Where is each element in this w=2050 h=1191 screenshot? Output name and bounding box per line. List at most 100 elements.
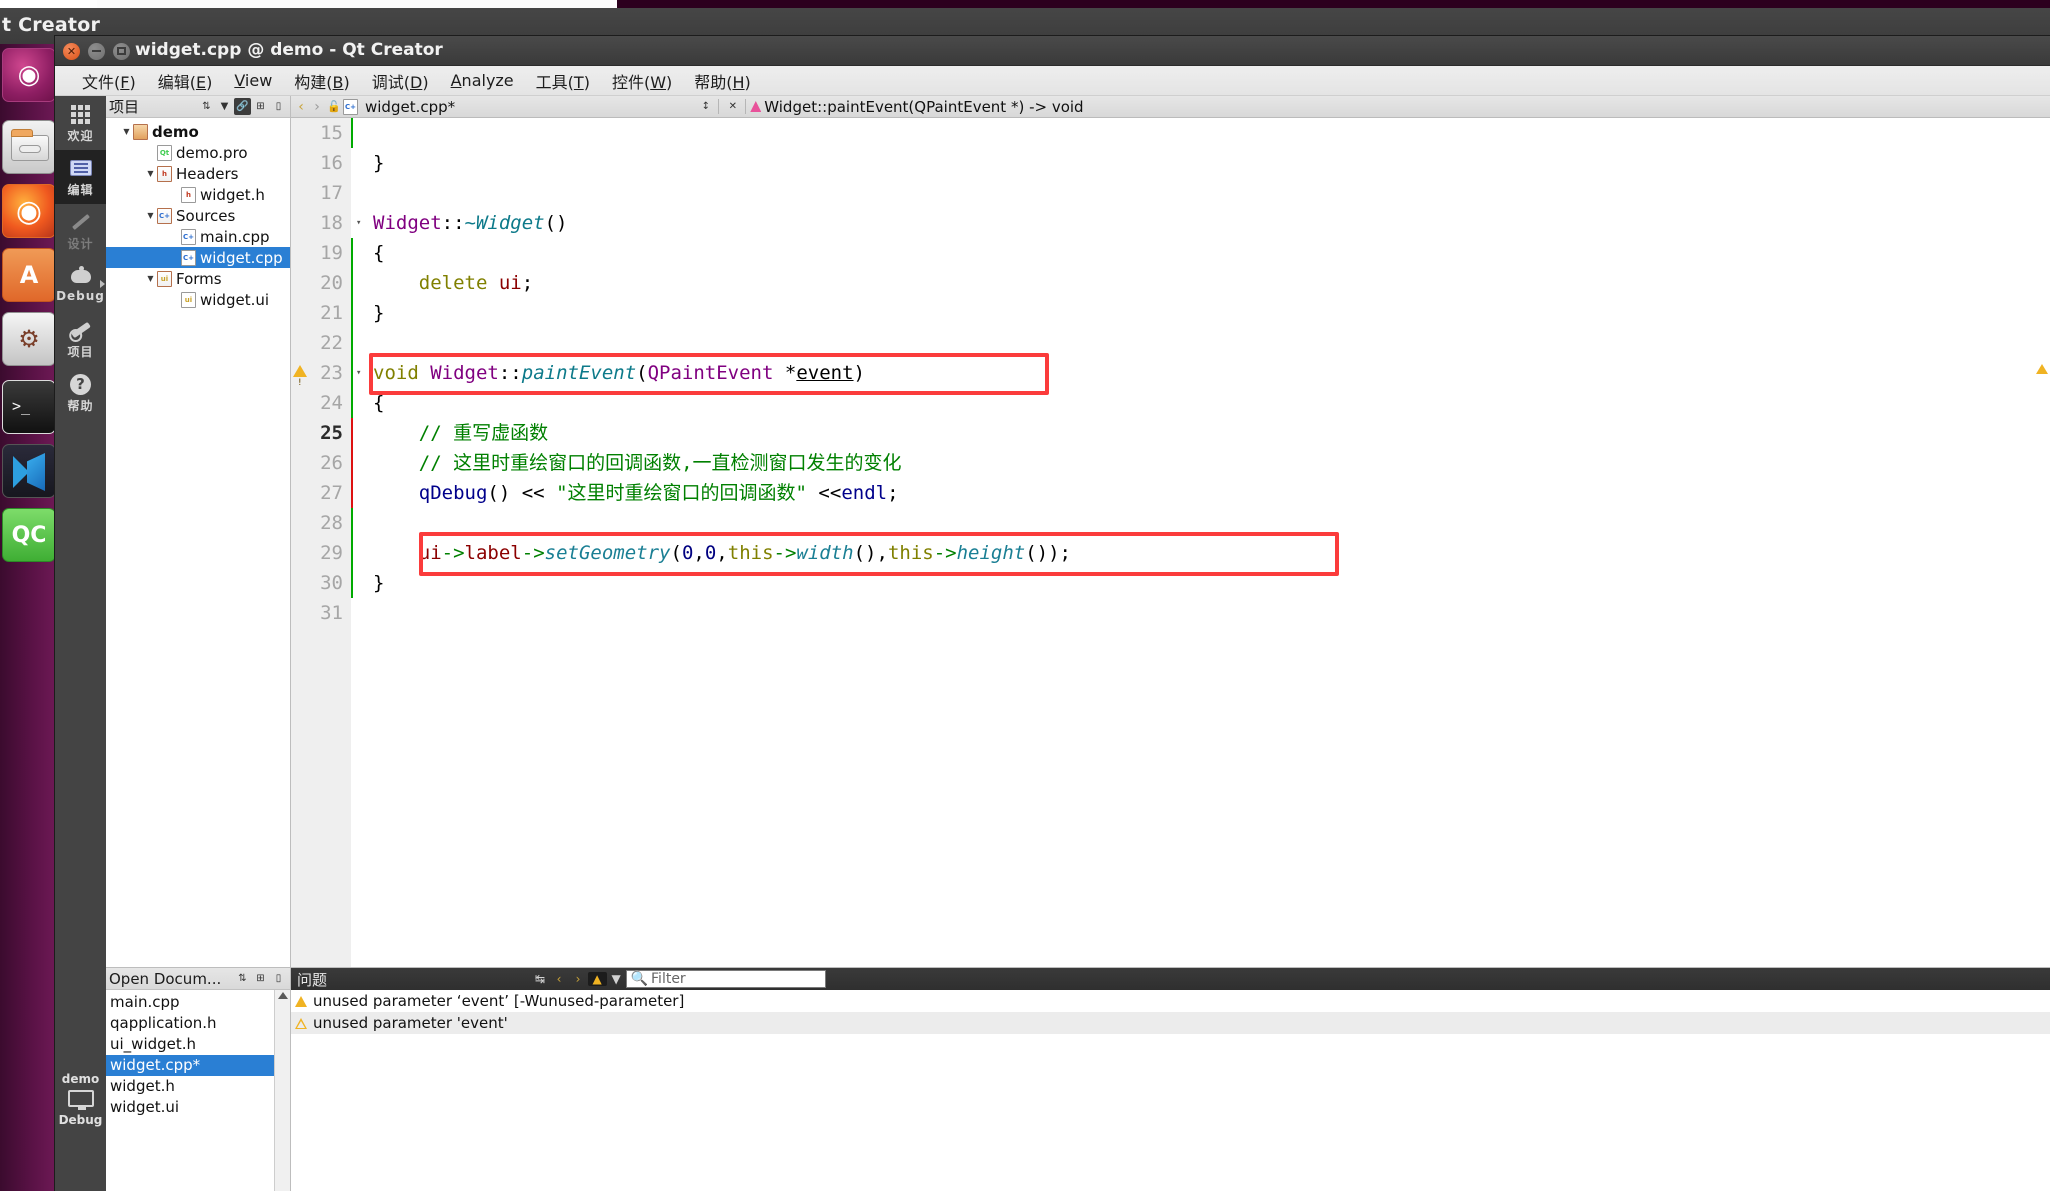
code-line-27[interactable]: 27 qDebug() << "这里时重绘窗口的回调函数" <<endl; xyxy=(291,478,2050,508)
scroll-up-icon[interactable] xyxy=(277,992,288,999)
issues-filter-input[interactable]: 🔍 Filter xyxy=(625,970,826,988)
issues-filter-icon[interactable]: ▼ xyxy=(607,972,626,986)
mode-selector[interactable]: 欢迎 编辑 设计 Debug 项目 ? 帮助 demo Debug xyxy=(55,96,106,1191)
menu-v[interactable]: View xyxy=(223,69,283,92)
run-configuration-selector[interactable]: demo Debug xyxy=(55,1072,106,1127)
menu-w[interactable]: 控件(W) xyxy=(601,67,683,95)
open-doc-widget-ui[interactable]: widget.ui xyxy=(106,1097,290,1118)
tree-twisty[interactable]: ▼ xyxy=(120,127,133,136)
code-text-area[interactable]: 15 16} 17 18 ▾ Widget::~Widget() 19{20 delete … xyxy=(291,118,2050,967)
code-line-15[interactable]: 15 xyxy=(291,118,2050,148)
editor-toolbar[interactable]: ‹ › 🔓 C+ widget.cpp* ↕ ✕ Widget::paintEv… xyxy=(291,96,2050,118)
menu-d[interactable]: 调试(D) xyxy=(361,67,440,95)
warning-filter-icon[interactable]: ▲ xyxy=(587,972,607,986)
expand-icon[interactable]: ⊞ xyxy=(252,98,269,115)
split-editor-icon[interactable]: ↕ xyxy=(697,98,714,115)
warning-marker[interactable] xyxy=(2036,364,2048,374)
mode-help[interactable]: ? 帮助 xyxy=(55,366,106,420)
tree-item-demo[interactable]: ▼ demo xyxy=(106,121,290,142)
editor-filename[interactable]: widget.cpp* xyxy=(365,98,455,116)
open-doc-qapplication-h[interactable]: qapplication.h xyxy=(106,1013,290,1034)
menu-h[interactable]: 帮助(H) xyxy=(683,67,762,95)
code-line-31[interactable]: 31 xyxy=(291,598,2050,628)
code-line-22[interactable]: 22 xyxy=(291,328,2050,358)
mode-debug[interactable]: Debug xyxy=(55,258,106,312)
tree-twisty[interactable]: ▼ xyxy=(144,274,157,283)
issue-row[interactable]: unused parameter ‘event’ [-Wunused-param… xyxy=(291,990,2050,1012)
open-doc-main-cpp[interactable]: main.cpp xyxy=(106,992,290,1013)
open-doc-widget-cpp-[interactable]: widget.cpp* xyxy=(106,1055,290,1076)
mode-edit[interactable]: 编辑 xyxy=(55,150,106,204)
issues-list[interactable]: unused parameter ‘event’ [-Wunused-param… xyxy=(291,990,2050,1191)
menu-e[interactable]: 编辑(E) xyxy=(147,67,224,95)
question-icon-shape: ? xyxy=(70,373,91,395)
code-line-23[interactable]: 23 ▾ void Widget::paintEvent(QPaintEvent *… xyxy=(291,358,2050,398)
firefox-icon[interactable]: ◉ xyxy=(2,184,56,238)
vscode-icon[interactable] xyxy=(2,444,56,498)
tree-item-demo-pro[interactable]: Qt demo.pro xyxy=(106,142,290,163)
project-tree[interactable]: ▼ demo Qt demo.pro ▼ h Headers h widget.h ▼ C+ Sour… xyxy=(106,118,290,967)
lock-icon[interactable]: 🔓 xyxy=(325,100,343,113)
sort-icon[interactable]: ⇅ xyxy=(198,98,215,115)
open-docs-collapse-icon[interactable]: ▯ xyxy=(270,970,287,987)
fold-arrow-icon[interactable]: ▾ xyxy=(356,358,361,388)
filter-icon[interactable]: ▼ xyxy=(216,98,233,115)
prev-issue-icon[interactable]: ‹ xyxy=(550,972,569,986)
code-line-16[interactable]: 16} xyxy=(291,148,2050,178)
mode-design[interactable]: 设计 xyxy=(55,204,106,258)
menu-t[interactable]: 工具(T) xyxy=(525,67,601,95)
nav-forward-icon[interactable]: › xyxy=(309,99,325,115)
link-icon[interactable]: 🔗 xyxy=(234,98,251,115)
code-line-18[interactable]: 18 ▾ Widget::~Widget() xyxy=(291,208,2050,238)
menu-a[interactable]: Analyze xyxy=(440,69,525,92)
terminal-icon[interactable]: >_ xyxy=(2,380,56,434)
code-line-30[interactable]: 30} xyxy=(291,568,2050,598)
collapse-icon[interactable]: ▯ xyxy=(270,98,287,115)
open-documents-scrollbar[interactable] xyxy=(274,990,290,1191)
files-icon[interactable] xyxy=(2,120,56,174)
tree-item-sources[interactable]: ▼ C+ Sources xyxy=(106,205,290,226)
tree-item-widget-cpp[interactable]: C+ widget.cpp xyxy=(106,247,290,268)
ubuntu-dash-icon[interactable]: ◉ xyxy=(2,48,56,102)
tree-twisty[interactable]: ▼ xyxy=(144,211,157,220)
amazon-icon[interactable]: A xyxy=(2,248,56,302)
open-docs-sort-icon[interactable]: ⇅ xyxy=(234,970,251,987)
code-line-26[interactable]: 26 // 这里时重绘窗口的回调函数,一直检测窗口发生的变化 xyxy=(291,448,2050,478)
tree-item-headers[interactable]: ▼ h Headers xyxy=(106,163,290,184)
code-line-25[interactable]: 25 // 重写虚函数 xyxy=(291,418,2050,448)
nav-back-icon[interactable]: ‹ xyxy=(293,99,309,115)
open-documents-list[interactable]: main.cpp qapplication.h ui_widget.h widget.… xyxy=(106,990,290,1191)
tree-twisty[interactable]: ▼ xyxy=(144,169,157,178)
system-settings-icon[interactable]: ⚙ xyxy=(2,312,56,366)
open-docs-expand-icon[interactable]: ⊞ xyxy=(252,970,269,987)
code-editor[interactable]: 15 16} 17 18 ▾ Widget::~Widget() 19{20 delete … xyxy=(291,118,2050,967)
code-line-21[interactable]: 21} xyxy=(291,298,2050,328)
code-token: QPaintEvent xyxy=(647,362,774,384)
close-editor-icon[interactable]: ✕ xyxy=(724,98,741,115)
menu-b[interactable]: 构建(B) xyxy=(283,67,360,95)
menu-f[interactable]: 文件(F) xyxy=(71,67,147,95)
menubar[interactable]: 文件(F) 编辑(E) View 构建(B) 调试(D) Analyze 工具(T) 控件(W… xyxy=(55,66,2050,96)
next-issue-icon[interactable]: › xyxy=(569,972,588,986)
mode-welcome[interactable]: 欢迎 xyxy=(55,96,106,150)
qtcreator-icon[interactable]: QC xyxy=(2,508,61,562)
code-line-17[interactable]: 17 xyxy=(291,178,2050,208)
tree-item-widget-h[interactable]: h widget.h xyxy=(106,184,290,205)
symbol-selector[interactable]: Widget::paintEvent(QPaintEvent *) -> voi… xyxy=(764,98,1083,116)
code-line-29[interactable]: 29 ui->label->setGeometry(0,0,this->widt… xyxy=(291,538,2050,568)
open-doc-ui-widget-h[interactable]: ui_widget.h xyxy=(106,1034,290,1055)
unity-launcher[interactable]: ◉ ◉ A ⚙ >_ QC xyxy=(0,44,61,1191)
code-line-24[interactable]: 24 { xyxy=(291,388,2050,418)
tree-item-widget-ui[interactable]: ui widget.ui xyxy=(106,289,290,310)
code-line-28[interactable]: 28 xyxy=(291,508,2050,538)
tree-item-main-cpp[interactable]: C+ main.cpp xyxy=(106,226,290,247)
fold-arrow-icon[interactable]: ▾ xyxy=(356,208,361,238)
code-line-20[interactable]: 20 delete ui; xyxy=(291,268,2050,298)
tree-item-forms[interactable]: ▼ ui Forms xyxy=(106,268,290,289)
issue-row[interactable]: unused parameter 'event' xyxy=(291,1012,2050,1034)
mode-projects[interactable]: 项目 xyxy=(55,312,106,366)
open-doc-widget-h[interactable]: widget.h xyxy=(106,1076,290,1097)
code-line-19[interactable]: 19 { xyxy=(291,238,2050,268)
clear-icon[interactable]: ↹ xyxy=(531,972,550,986)
